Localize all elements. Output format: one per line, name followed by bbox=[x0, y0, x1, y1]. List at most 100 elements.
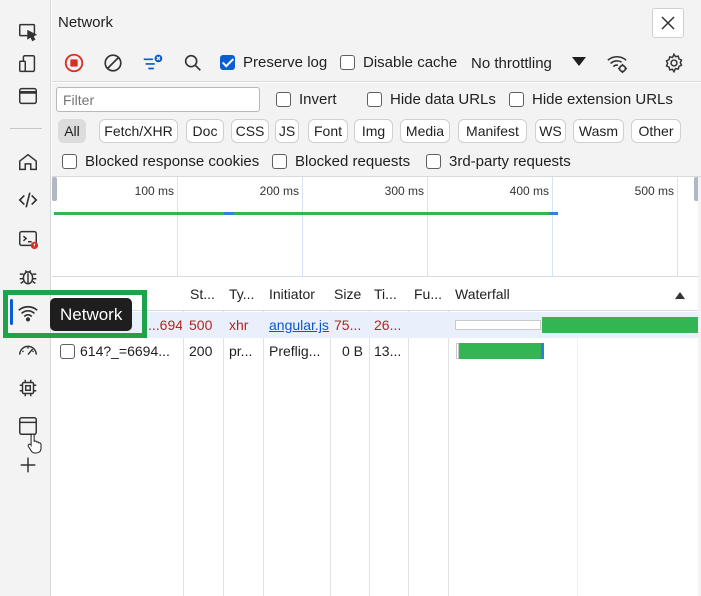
close-icon bbox=[661, 16, 675, 30]
hide-data-urls-toggle[interactable]: Hide data URLs bbox=[367, 91, 496, 108]
home-icon[interactable] bbox=[14, 148, 42, 176]
column-header-status[interactable]: St... bbox=[190, 278, 220, 311]
table-row[interactable]: ...694... 500 xhr angular.js 75... 26... bbox=[52, 312, 698, 338]
overview-tick-label: 300 ms bbox=[384, 184, 424, 198]
filter-input[interactable] bbox=[56, 87, 260, 112]
network-request-table: St... Ty... Initiator Size Ti... Fu... W… bbox=[52, 278, 698, 596]
panel-title-bar: Network bbox=[52, 0, 701, 44]
window-icon[interactable] bbox=[14, 82, 42, 110]
column-header-time[interactable]: Ti... bbox=[374, 278, 406, 311]
close-button[interactable] bbox=[652, 8, 684, 38]
waterfall-download-bar bbox=[542, 317, 698, 333]
preserve-log-checkbox[interactable] bbox=[220, 55, 235, 70]
type-chip-media[interactable]: Media bbox=[400, 119, 450, 143]
overview-gridline bbox=[302, 177, 303, 277]
activity-bar bbox=[0, 0, 51, 596]
blocked-filters-row: Blocked response cookies Blocked request… bbox=[52, 147, 701, 177]
timeline-overview[interactable]: 100 ms 200 ms 300 ms 400 ms 500 ms bbox=[52, 177, 699, 277]
type-chip-fetch-xhr[interactable]: Fetch/XHR bbox=[99, 119, 178, 143]
type-chip-all[interactable]: All bbox=[58, 119, 86, 143]
hide-extension-urls-checkbox[interactable] bbox=[509, 92, 524, 107]
type-chip-manifest[interactable]: Manifest bbox=[458, 119, 527, 143]
record-stop-icon bbox=[64, 53, 84, 73]
search-button[interactable] bbox=[178, 49, 208, 77]
blocked-requests-label: Blocked requests bbox=[295, 153, 411, 170]
type-chip-other[interactable]: Other bbox=[631, 119, 681, 143]
search-icon bbox=[184, 54, 201, 71]
overview-bar-request-2 bbox=[234, 212, 549, 215]
blocked-response-cookies-toggle[interactable]: Blocked response cookies bbox=[62, 153, 259, 170]
blocked-response-cookies-checkbox[interactable] bbox=[62, 154, 77, 169]
type-chip-font[interactable]: Font bbox=[308, 119, 348, 143]
row-time: 13... bbox=[374, 343, 402, 359]
third-party-requests-label: 3rd-party requests bbox=[449, 153, 571, 170]
blocked-response-cookies-label: Blocked response cookies bbox=[85, 153, 260, 170]
overview-bar-wait bbox=[224, 212, 234, 215]
hide-data-urls-checkbox[interactable] bbox=[367, 92, 382, 107]
third-party-requests-checkbox[interactable] bbox=[426, 154, 441, 169]
type-chip-css[interactable]: CSS bbox=[231, 119, 269, 143]
console-icon[interactable] bbox=[14, 225, 42, 253]
row-name[interactable]: 614?_=6694... bbox=[80, 338, 182, 364]
column-header-size[interactable]: Size bbox=[334, 278, 368, 311]
sort-ascending-icon[interactable] bbox=[675, 292, 685, 299]
blocked-requests-checkbox[interactable] bbox=[272, 154, 287, 169]
network-conditions-icon bbox=[607, 56, 628, 74]
invert-checkbox[interactable] bbox=[276, 92, 291, 107]
preserve-log-toggle[interactable]: Preserve log bbox=[220, 54, 327, 71]
row-initiator: Preflig... bbox=[269, 343, 321, 359]
disable-cache-label: Disable cache bbox=[363, 54, 458, 71]
type-chip-wasm[interactable]: Wasm bbox=[573, 119, 624, 143]
type-chip-img[interactable]: Img bbox=[354, 119, 393, 143]
elements-icon[interactable] bbox=[14, 186, 42, 214]
waterfall-tail-bar bbox=[541, 343, 544, 359]
blocked-requests-toggle[interactable]: Blocked requests bbox=[272, 153, 410, 170]
third-party-requests-toggle[interactable]: 3rd-party requests bbox=[426, 153, 571, 170]
column-header-type[interactable]: Ty... bbox=[229, 278, 261, 311]
memory-chip-icon[interactable] bbox=[14, 374, 42, 402]
inspect-icon[interactable] bbox=[14, 18, 42, 46]
record-button[interactable] bbox=[59, 49, 89, 77]
bug-icon[interactable] bbox=[14, 262, 42, 290]
filter-settings-icon bbox=[143, 54, 163, 70]
overview-gridline bbox=[552, 177, 553, 277]
wifi-icon[interactable] bbox=[14, 299, 42, 327]
clear-button[interactable] bbox=[98, 49, 128, 77]
row-size: 75... bbox=[334, 317, 362, 333]
overview-tick-label: 200 ms bbox=[259, 184, 299, 198]
plus-icon[interactable] bbox=[14, 451, 42, 479]
overview-tick-label: 100 ms bbox=[134, 184, 174, 198]
table-row[interactable]: 614?_=6694... 200 pr... Preflig... 0 B 1… bbox=[52, 338, 698, 364]
device-toolbar-icon[interactable] bbox=[14, 50, 42, 78]
overview-bar-tail bbox=[549, 212, 558, 215]
overview-bar-request-1 bbox=[54, 212, 224, 215]
invert-label: Invert bbox=[299, 91, 337, 108]
column-header-fulfilled[interactable]: Fu... bbox=[414, 278, 446, 311]
invert-toggle[interactable]: Invert bbox=[276, 91, 337, 108]
row-size: 0 B bbox=[342, 343, 364, 359]
row-select-checkbox[interactable] bbox=[60, 344, 75, 359]
column-header-initiator[interactable]: Initiator bbox=[269, 278, 329, 311]
chevron-down-icon bbox=[572, 57, 586, 66]
overview-gridline bbox=[177, 177, 178, 277]
row-status: 200 bbox=[189, 343, 213, 359]
performance-icon[interactable] bbox=[14, 336, 42, 364]
overview-tick-label: 400 ms bbox=[509, 184, 549, 198]
overview-left-handle[interactable] bbox=[52, 177, 57, 201]
type-chip-ws[interactable]: WS bbox=[535, 119, 566, 143]
hide-extension-urls-toggle[interactable]: Hide extension URLs bbox=[509, 91, 673, 108]
disable-cache-toggle[interactable]: Disable cache bbox=[340, 54, 457, 71]
row-name[interactable]: ...694... bbox=[148, 312, 182, 338]
hide-extension-urls-label: Hide extension URLs bbox=[532, 91, 673, 108]
disable-cache-checkbox[interactable] bbox=[340, 55, 355, 70]
settings-button[interactable] bbox=[659, 49, 689, 77]
type-chip-js[interactable]: JS bbox=[275, 119, 299, 143]
row-initiator-link[interactable]: angular.js bbox=[269, 312, 329, 338]
column-header-waterfall[interactable]: Waterfall bbox=[455, 278, 545, 311]
network-conditions-button[interactable] bbox=[602, 49, 632, 77]
preserve-log-label: Preserve log bbox=[243, 54, 328, 71]
filter-settings-button[interactable] bbox=[137, 49, 167, 77]
network-tooltip: Network bbox=[50, 298, 133, 331]
type-chip-doc[interactable]: Doc bbox=[186, 119, 224, 143]
row-type: pr... bbox=[229, 343, 253, 359]
